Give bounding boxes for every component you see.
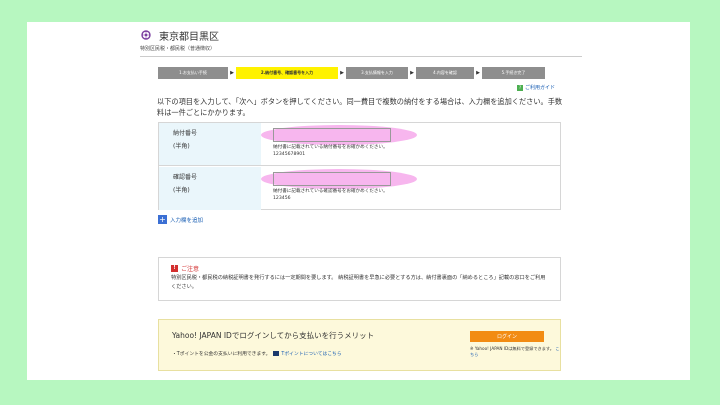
step-5: 5.手続き完了 [482,67,545,79]
warning-icon: ! [171,265,178,272]
step-arrow-icon: ▶ [230,70,234,76]
login-note-text: ※ Yahoo! JAPAN IDは無料で登録できます。 [470,346,554,351]
input-form: 納付番号 (半角) 納付書に記載されている納付番号をお確かめください。 1234… [158,122,561,210]
notice-body: 特別区民税・都民税の納税証明書を発行するには一定期間を要します。 納税証明書を早… [171,275,546,290]
notice-title-row: ! ご注意 [171,264,550,273]
step-1: 1.お支払い手続 [158,67,228,79]
tpoint-link[interactable]: Tポイントについてはこちら [281,350,341,357]
login-button[interactable]: ログイン [470,331,544,342]
confirmation-number-label: 確認番号 [173,174,198,181]
confirmation-number-note: (半角) [173,187,190,194]
step-arrow-icon: ▶ [410,70,414,76]
payment-number-field-cell: 納付書に記載されている納付番号をお確かめください。 12345678901 [261,123,560,165]
add-field-button[interactable]: + 入力欄を追加 [158,215,203,224]
city-emblem-icon [140,30,151,41]
guide-icon: ? [517,84,523,91]
confirmation-number-field-cell: 納付書に記載されている確認番号をお確かめください。 123456 [261,167,560,210]
plus-icon: + [158,215,167,224]
payment-number-input[interactable] [273,128,391,142]
payment-number-note: (半角) [173,143,190,150]
confirmation-number-example: 123456 [273,196,291,201]
page: 東京都目黒区 特別区民税・都民税（普通徴収） 1.お支払い手続 ▶ 2.納付番号… [27,22,690,380]
header: 東京都目黒区 特別区民税・都民税（普通徴収） [140,28,582,57]
tpoint-note-text: ・Tポイントを公金の支払いに利用できます。 [172,352,271,357]
payment-number-help: 納付書に記載されている納付番号をお確かめください。 [273,145,388,150]
confirmation-number-row: 確認番号 (半角) 納付書に記載されている確認番号をお確かめください。 1234… [159,167,560,210]
usage-guide-link[interactable]: ? ご利用ガイド [517,84,555,91]
payment-number-label-cell: 納付番号 (半角) [159,123,261,165]
step-2-current: 2.納付番号、確認番号を入力 [236,67,338,79]
tpoint-icon [273,351,280,356]
tpoint-note: ・Tポイントを公金の支払いに利用できます。 Tポイントについてはこちら [172,350,342,357]
city-name: 東京都目黒区 [159,31,219,43]
login-note: ※ Yahoo! JAPAN IDは無料で登録できます。 こちら [470,346,560,358]
confirmation-number-label-cell: 確認番号 (半角) [159,167,261,210]
notice-title: ご注意 [181,266,200,273]
payment-number-label: 納付番号 [173,130,198,137]
usage-guide-label: ご利用ガイド [525,85,556,91]
payment-number-row: 納付番号 (半角) 納付書に記載されている納付番号をお確かめください。 1234… [159,123,560,166]
payment-number-example: 12345678901 [273,152,306,157]
confirmation-number-input[interactable] [273,172,391,186]
step-arrow-icon: ▶ [476,70,480,76]
yahoo-benefit-title: Yahoo! JAPAN IDでログインしてから支払いを行うメリット [172,331,375,340]
step-4: 4.内容を確認 [416,67,474,79]
header-divider [140,56,582,57]
step-arrow-icon: ▶ [340,70,344,76]
step-progress: 1.お支払い手続 ▶ 2.納付番号、確認番号を入力 ▶ 3.支払情報を入力 ▶ … [158,67,560,79]
intro-text: 以下の項目を入力して、「次へ」ボタンを押してください。同一費目で複数の納付をする… [157,97,563,117]
confirmation-number-help: 納付書に記載されている確認番号をお確かめください。 [273,189,388,194]
logo-row: 東京都目黒区 [140,28,582,43]
step-3: 3.支払情報を入力 [346,67,408,79]
tax-type: 特別区民税・都民税（普通徴収） [140,46,216,52]
add-field-label: 入力欄を追加 [170,217,204,224]
notice-box: ! ご注意 特別区民税・都民税の納税証明書を発行するには一定期間を要します。 納… [158,257,561,301]
yahoo-login-box: Yahoo! JAPAN IDでログインしてから支払いを行うメリット ・Tポイン… [158,319,561,371]
